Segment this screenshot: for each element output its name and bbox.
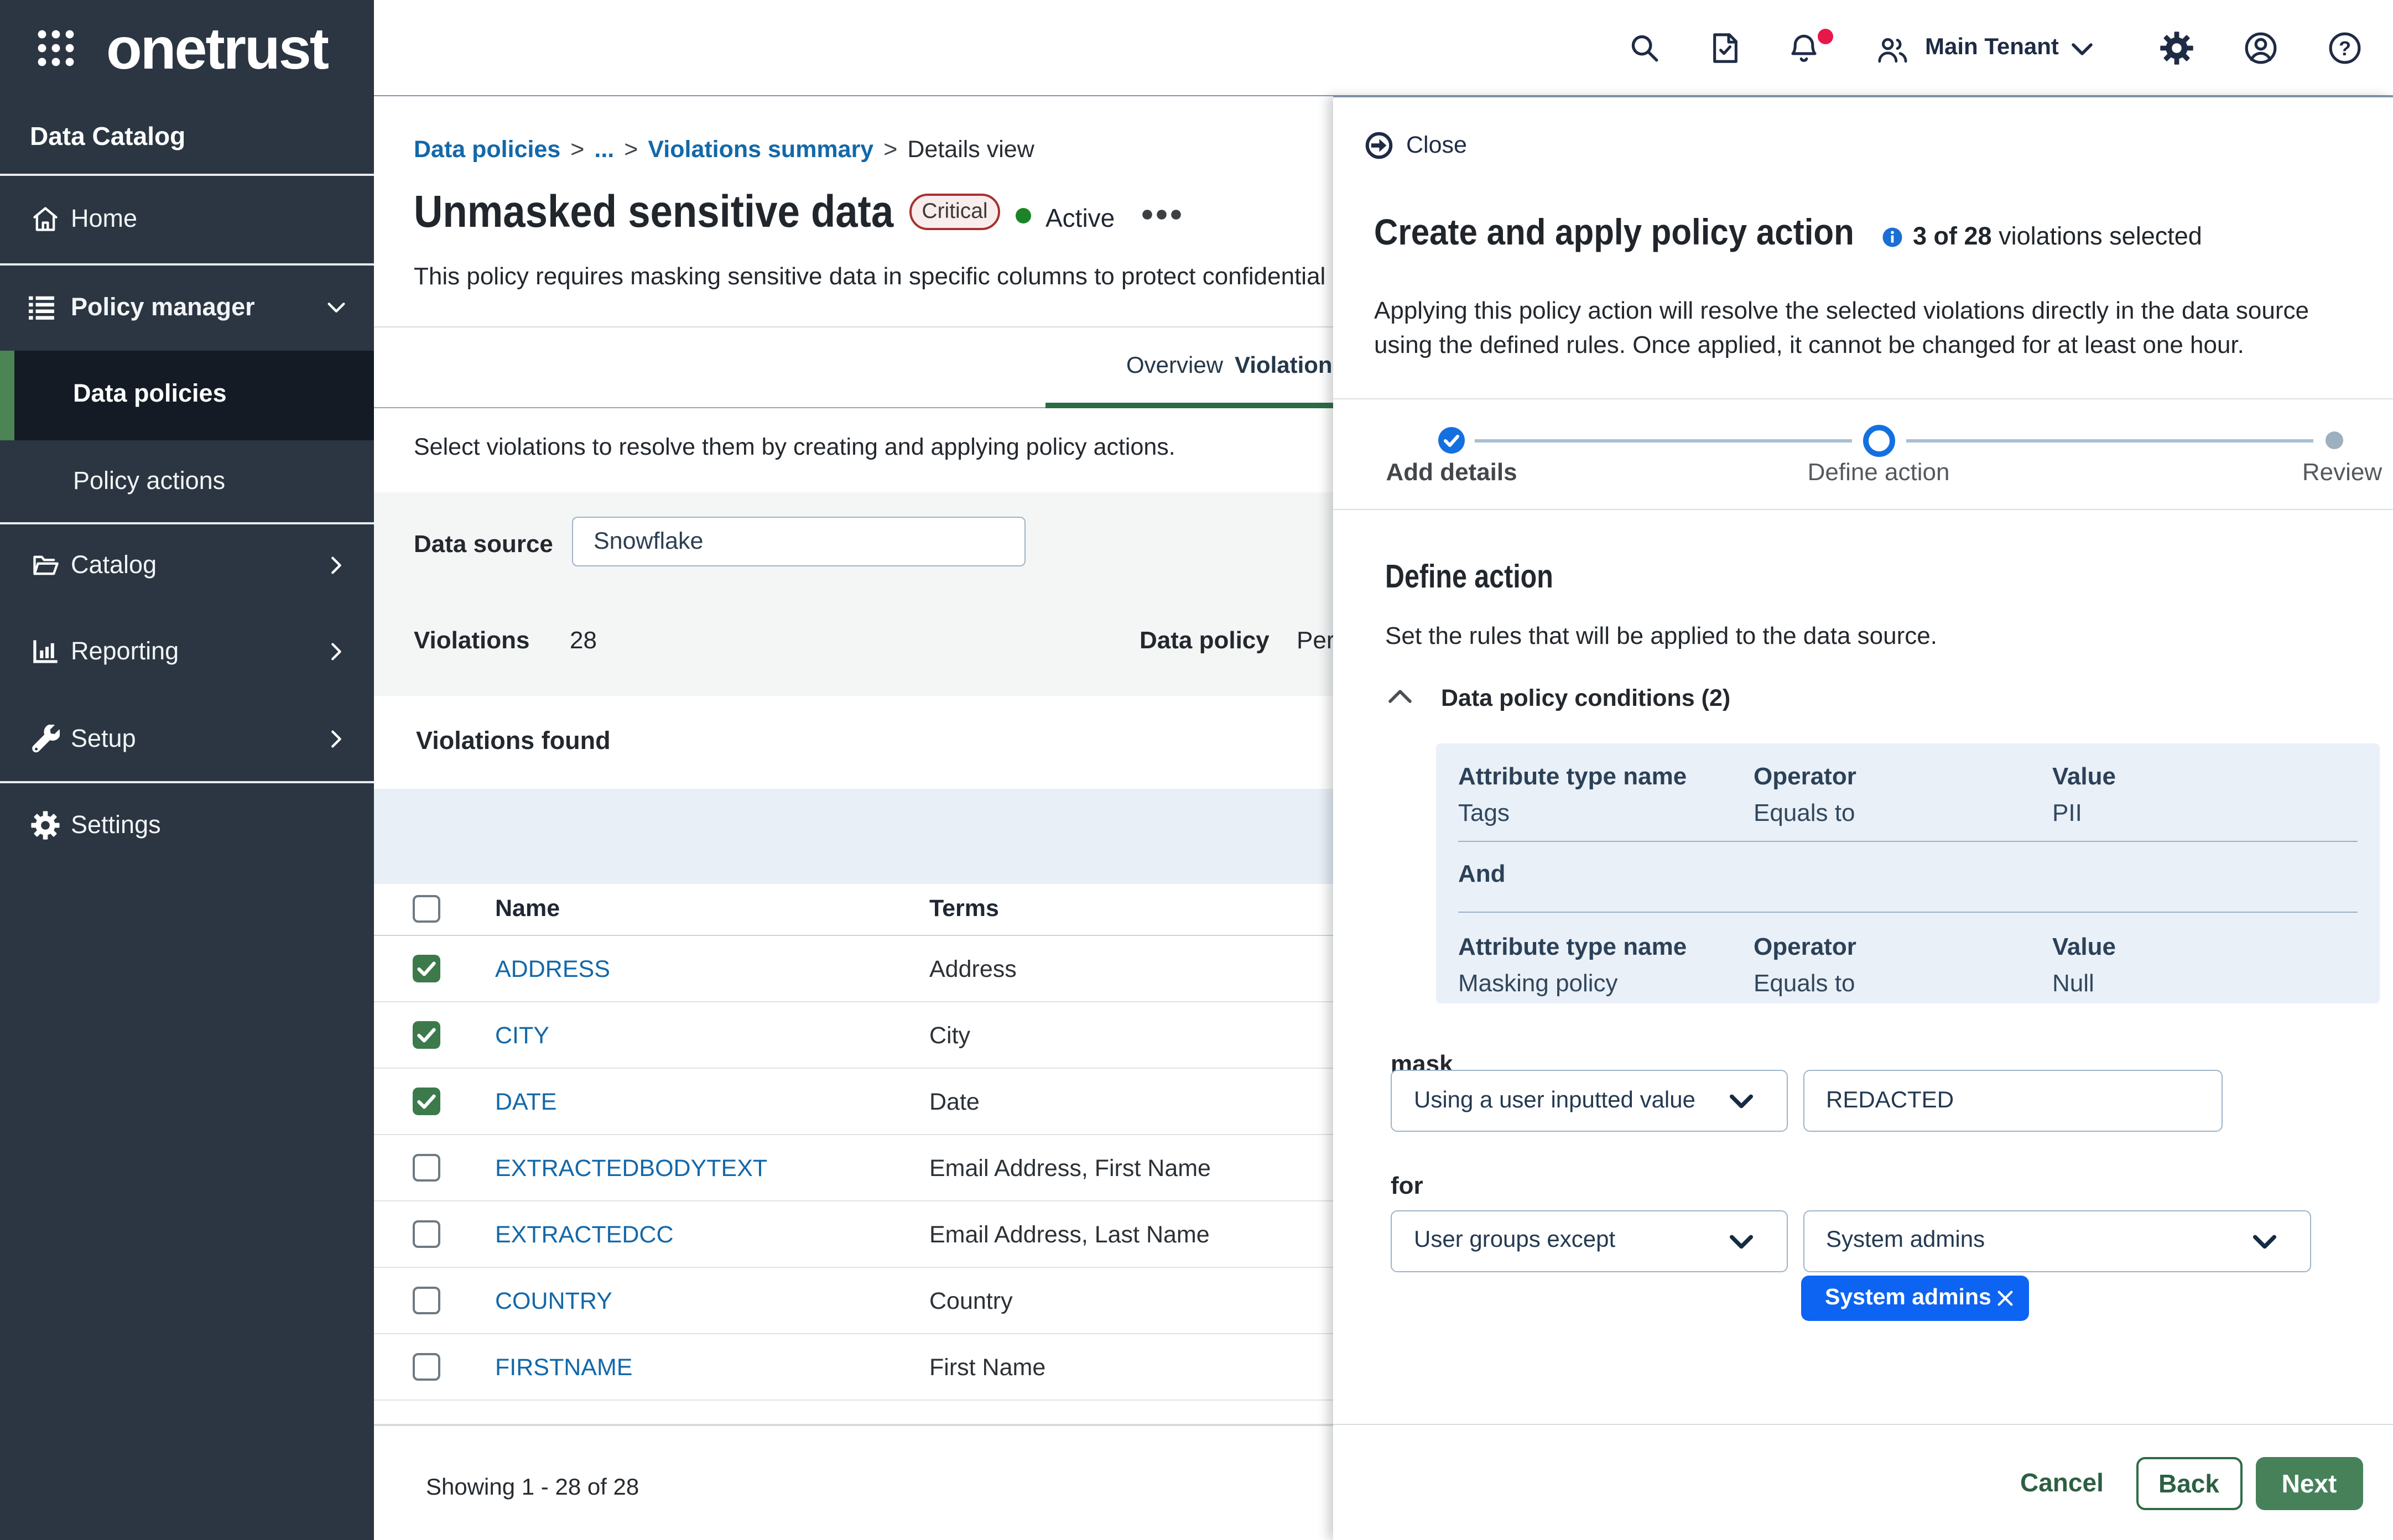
svg-text:?: ? xyxy=(2339,37,2351,60)
